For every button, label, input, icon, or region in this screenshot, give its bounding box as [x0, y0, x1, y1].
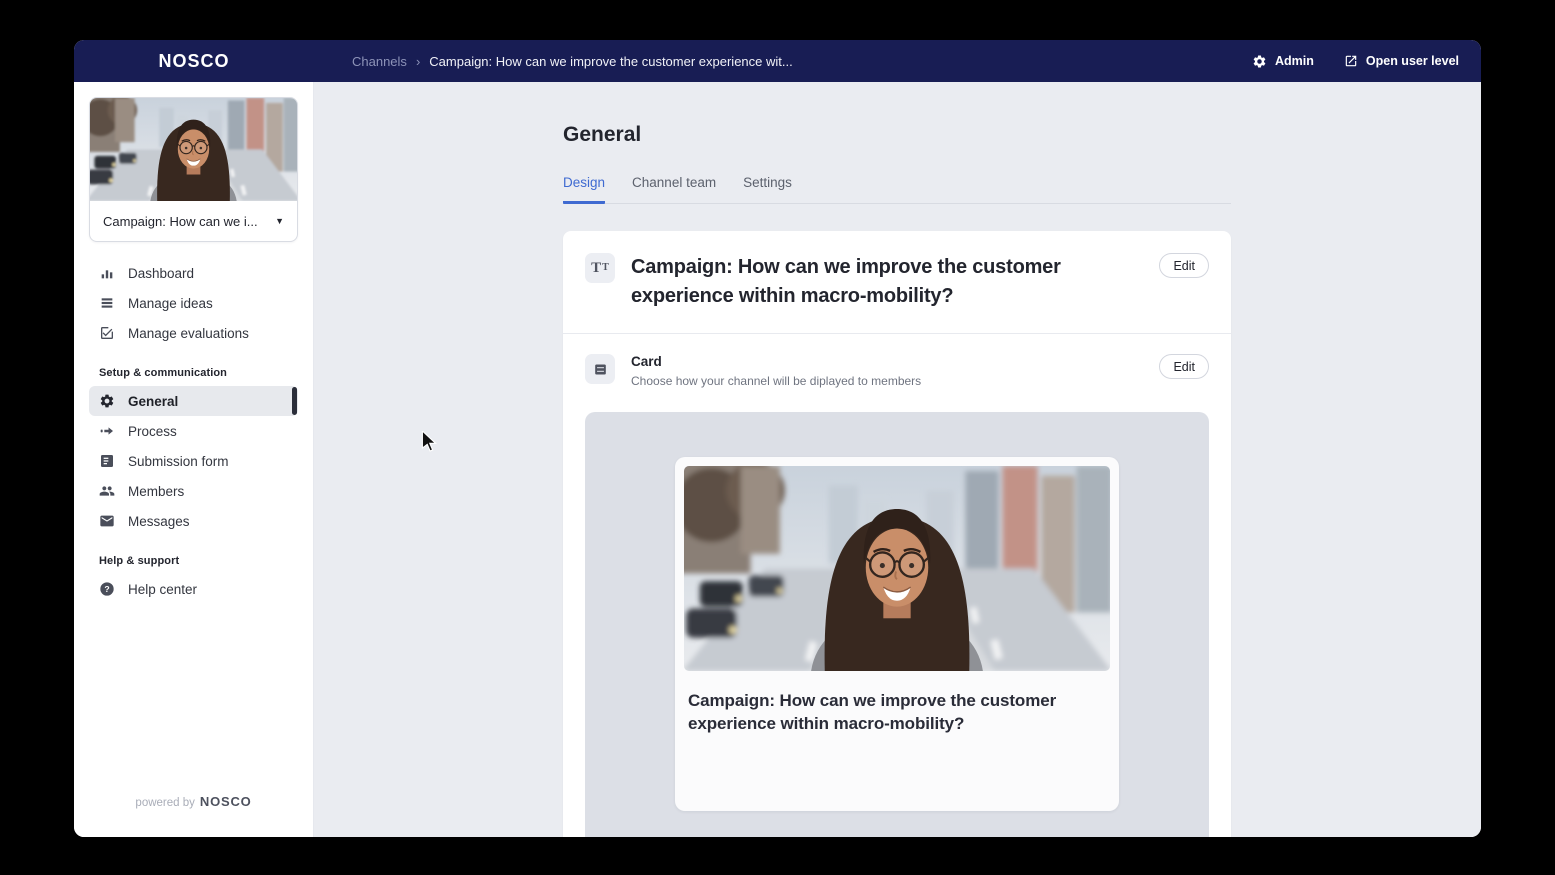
checkbox-check-icon [99, 325, 115, 341]
document-icon [99, 453, 115, 469]
design-settings-card: TT Campaign: How can we improve the cust… [563, 231, 1231, 837]
powered-by-footer: powered by NOSCO [74, 794, 313, 809]
powered-by-text: powered by [135, 797, 194, 809]
channel-dropdown-label: Campaign: How can we i... [103, 214, 258, 229]
sidebar-item-dashboard[interactable]: Dashboard [89, 258, 298, 288]
sidebar-item-process[interactable]: Process [89, 416, 298, 446]
external-link-icon [1344, 54, 1358, 68]
channel-title-heading: Campaign: How can we improve the custome… [631, 253, 1141, 311]
channel-selector-card: Campaign: How can we i... ▼ [89, 97, 298, 242]
main-content-area: General Design Channel team Settings TT … [314, 82, 1481, 837]
channel-title-section: TT Campaign: How can we improve the cust… [563, 231, 1231, 333]
page-title: General [563, 82, 1231, 147]
people-icon [99, 483, 115, 499]
sidebar: Campaign: How can we i... ▼ Dashboard Ma… [74, 82, 314, 837]
sidebar-item-manage-ideas[interactable]: Manage ideas [89, 288, 298, 318]
sidebar-item-label: Process [128, 424, 177, 439]
gear-icon [1252, 54, 1267, 69]
process-arrow-icon [99, 423, 115, 439]
edit-title-button[interactable]: Edit [1159, 253, 1209, 278]
gear-icon [99, 393, 115, 409]
sidebar-item-messages[interactable]: Messages [89, 506, 298, 536]
sidebar-item-submission-form[interactable]: Submission form [89, 446, 298, 476]
sidebar-item-label: Manage evaluations [128, 326, 249, 341]
breadcrumb-separator-icon: › [416, 54, 420, 69]
tab-channel-team[interactable]: Channel team [632, 175, 716, 203]
sidebar-section-help-support: Help & support [99, 555, 288, 567]
tab-design[interactable]: Design [563, 175, 605, 204]
active-item-indicator [292, 387, 297, 415]
sidebar-item-label: Submission form [128, 454, 229, 469]
tab-settings[interactable]: Settings [743, 175, 792, 203]
card-design-section: Card Choose how your channel will be dip… [563, 334, 1231, 408]
sidebar-item-label: Messages [128, 514, 190, 529]
edit-card-button[interactable]: Edit [1159, 354, 1209, 379]
help-circle-icon: ? [99, 581, 115, 597]
sidebar-item-help-center[interactable]: ? Help center [89, 574, 298, 604]
preview-card-title: Campaign: How can we improve the custome… [684, 671, 1110, 735]
sidebar-item-label: Members [128, 484, 184, 499]
app-window: NOSCO Channels › Campaign: How can we im… [74, 40, 1481, 837]
admin-button[interactable]: Admin [1252, 54, 1314, 69]
chevron-down-icon: ▼ [275, 216, 284, 226]
open-user-level-label: Open user level [1366, 54, 1459, 68]
card-icon [585, 354, 615, 384]
sidebar-item-manage-evaluations[interactable]: Manage evaluations [89, 318, 298, 348]
tab-bar: Design Channel team Settings [563, 175, 1231, 204]
sidebar-item-label: Manage ideas [128, 296, 213, 311]
top-navigation-bar: NOSCO Channels › Campaign: How can we im… [74, 40, 1481, 82]
preview-cover-photo [684, 466, 1110, 671]
channel-dropdown[interactable]: Campaign: How can we i... ▼ [90, 201, 297, 241]
bar-chart-icon [99, 265, 115, 281]
sidebar-item-label: Dashboard [128, 266, 194, 281]
typography-icon: TT [585, 253, 615, 283]
stacked-lines-icon [99, 295, 115, 311]
card-section-title: Card [631, 354, 1159, 369]
breadcrumb-current-page: Campaign: How can we improve the custome… [429, 54, 792, 69]
card-preview-area: Campaign: How can we improve the custome… [585, 412, 1209, 837]
topbar-actions: Admin Open user level [1252, 54, 1459, 69]
card-section-subtitle: Choose how your channel will be diplayed… [631, 374, 1159, 388]
sidebar-item-label: General [128, 394, 178, 409]
sidebar-item-members[interactable]: Members [89, 476, 298, 506]
open-user-level-button[interactable]: Open user level [1344, 54, 1459, 68]
breadcrumb: Channels › Campaign: How can we improve … [352, 54, 793, 69]
channel-card-preview: Campaign: How can we improve the custome… [675, 457, 1119, 811]
admin-label: Admin [1275, 54, 1314, 68]
nosco-logo: NOSCO [74, 51, 314, 72]
sidebar-item-label: Help center [128, 582, 197, 597]
sidebar-section-setup-communication: Setup & communication [99, 367, 288, 379]
breadcrumb-channels-link[interactable]: Channels [352, 54, 407, 69]
svg-text:?: ? [104, 584, 109, 594]
channel-cover-photo [90, 98, 297, 201]
envelope-icon [99, 513, 115, 529]
sidebar-item-general[interactable]: General [89, 386, 298, 416]
nosco-footer-logo: NOSCO [200, 794, 252, 809]
